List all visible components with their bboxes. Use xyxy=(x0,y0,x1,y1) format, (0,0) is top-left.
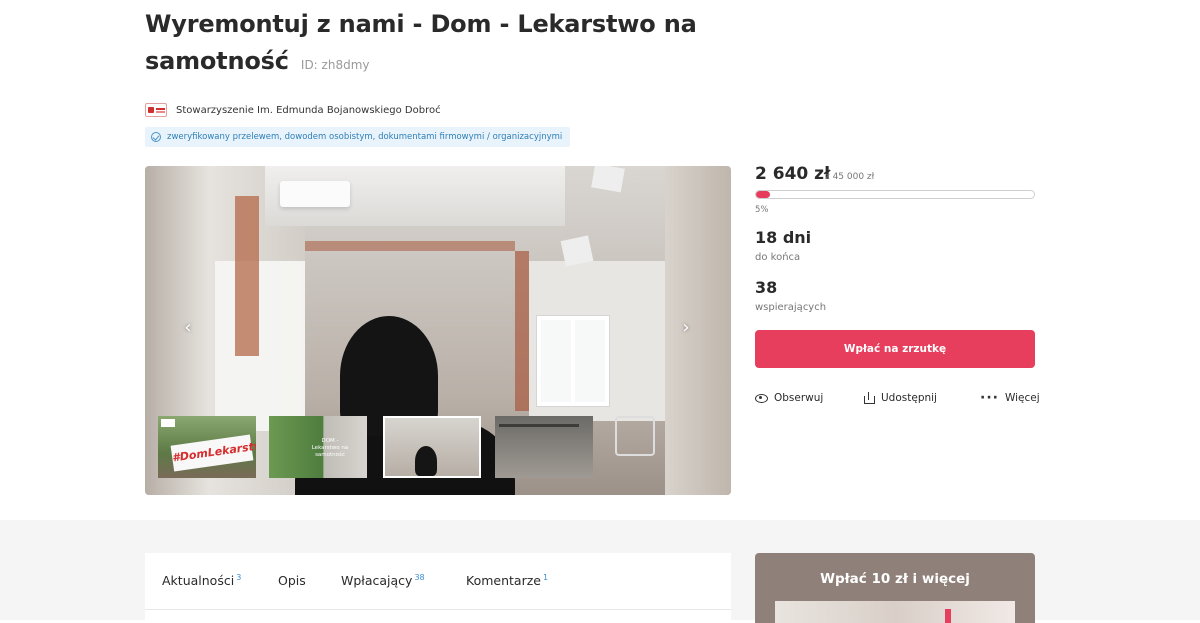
eye-icon xyxy=(755,393,768,403)
organizer[interactable]: Stowarzyszenie Im. Edmunda Bojanowskiego… xyxy=(145,101,441,119)
gallery-photo-lamp xyxy=(591,166,625,193)
supporters-label: wspierających xyxy=(755,302,827,313)
gallery-photo-brick xyxy=(235,196,259,356)
tab-count: 38 xyxy=(414,573,425,582)
gallery-photo-tiles xyxy=(215,261,305,431)
tab-label: Komentarze xyxy=(466,573,541,589)
tab-label: Wpłacający xyxy=(341,573,413,589)
reward-card[interactable]: Wpłać 10 zł i więcej xyxy=(755,553,1035,623)
progress-percent: 5% xyxy=(755,205,769,215)
supporters-value: 38 xyxy=(755,278,778,297)
content-tabs: Aktualności 3 Opis Wpłacający 38 Komentarz… xyxy=(145,553,731,623)
tab-count: 3 xyxy=(236,573,242,582)
tab-count: 1 xyxy=(542,573,549,582)
progress-fill xyxy=(756,191,770,198)
gallery-thumbnail-active[interactable] xyxy=(383,416,481,478)
check-circle-icon xyxy=(151,132,161,142)
gallery-photo-brick xyxy=(515,251,529,411)
chevron-left-icon[interactable]: ‹ xyxy=(181,318,195,338)
campaign-id: ID: zh8dmy xyxy=(300,58,370,72)
goal-amount: z 45 000 zł xyxy=(825,172,875,182)
more-label: Więcej xyxy=(1004,392,1040,404)
share-button[interactable]: Udostępnij xyxy=(864,390,937,406)
gallery-photo-sink xyxy=(615,416,655,456)
gallery-photo-right-wall xyxy=(665,166,731,495)
tab-updates[interactable]: Aktualności 3 xyxy=(162,573,241,588)
gallery-thumbnail[interactable]: DOM - Lekarstwo na samotność xyxy=(269,416,367,478)
verified-text: zweryfikowany przelewem, dowodem osobist… xyxy=(167,132,563,142)
thumbnail-person xyxy=(415,446,437,476)
page-title: Wyremontuj z nami - Dom - Lekarstwo na s… xyxy=(145,6,745,84)
verified-badge: zweryfikowany przelewem, dowodem osobist… xyxy=(145,127,571,147)
share-icon xyxy=(864,392,875,404)
tab-comments[interactable]: Komentarze 1 xyxy=(466,573,548,588)
reward-title: Wpłać 10 zł i więcej xyxy=(820,571,970,587)
gallery-thumbnail[interactable]: #DomLekarstwo xyxy=(158,416,256,478)
tab-label: Aktualności xyxy=(162,573,235,589)
organizer-name[interactable]: Stowarzyszenie Im. Edmunda Bojanowskiego… xyxy=(176,105,441,116)
page-title-text: Wyremontuj z nami - Dom - Lekarstwo na s… xyxy=(145,10,697,75)
chevron-right-icon[interactable]: › xyxy=(679,318,693,338)
more-dots-icon: ··· xyxy=(980,390,999,406)
more-button[interactable]: ··· Więcej xyxy=(980,390,1040,406)
tab-donors[interactable]: Wpłacający 38 xyxy=(341,573,425,588)
thumbnail-detail xyxy=(499,424,579,427)
share-label: Udostępnij xyxy=(881,392,937,404)
thumbnail-caption: DOM - Lekarstwo na samotność xyxy=(311,438,349,458)
follow-label: Obserwuj xyxy=(774,392,824,404)
days-left-value: 18 dni xyxy=(755,228,812,247)
photo-gallery[interactable]: ‹ › #DomLekarstwo DOM - Lekarstwo na sam… xyxy=(145,166,731,495)
tab-description[interactable]: Opis xyxy=(278,573,306,588)
organizer-logo-icon xyxy=(145,103,167,117)
thumbnail-logo-icon xyxy=(161,419,175,427)
gallery-thumbnail[interactable] xyxy=(495,416,593,478)
tabs-divider xyxy=(145,609,731,610)
tab-label: Opis xyxy=(278,573,306,588)
gallery-photo-window xyxy=(537,316,609,406)
gallery-photo-brick xyxy=(305,241,515,251)
gallery-thumbnails: #DomLekarstwo DOM - Lekarstwo na samotno… xyxy=(158,416,598,478)
gallery-photo-pipe xyxy=(280,181,350,207)
thumbnail-banner-text: #DomLekarstwo xyxy=(170,434,256,472)
days-left-label: do końca xyxy=(755,252,801,263)
follow-button[interactable]: Obserwuj xyxy=(755,390,823,406)
raised-amount: 2 640 zł xyxy=(755,164,831,184)
progress-bar xyxy=(755,190,1035,199)
donate-button[interactable]: Wpłać na zrzutkę xyxy=(755,330,1035,368)
